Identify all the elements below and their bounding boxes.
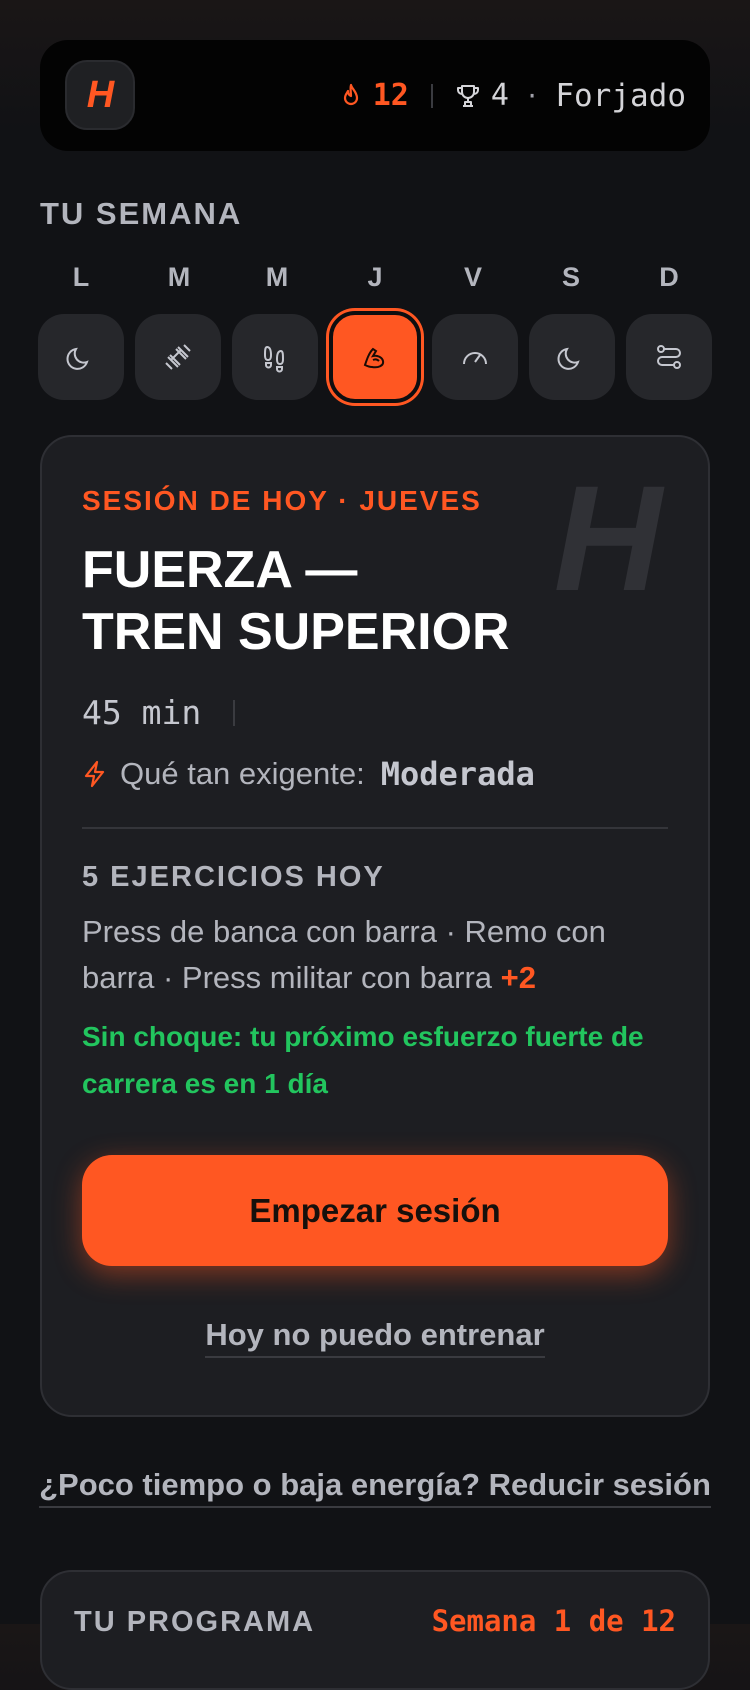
moon-icon [66,347,89,370]
session-title: FUERZA — TREN SUPERIOR [82,539,602,663]
duration-row: 45 min [82,693,236,732]
exercise-count: 5 EJERCICIOS HOY [82,861,385,893]
day-button-sunday[interactable] [626,314,712,400]
weekday-letter: V [463,262,482,292]
rank-label: Forjado [555,77,686,114]
intensity-row: Qué tan exigente: Moderada [82,755,535,793]
session-title-line2: TREN SUPERIOR [82,603,510,661]
stats-row: 12 4 · Forjado [339,40,686,151]
day-button-wednesday[interactable] [232,314,318,400]
day-button-friday[interactable] [432,314,518,400]
bicep-icon [363,347,385,369]
intensity-label: Qué tan exigente: [120,756,365,791]
session-day-label: SESIÓN DE HOY · JUEVES [82,485,482,516]
day-button-monday[interactable] [38,314,124,400]
card-divider [82,827,668,829]
weekday-letter: L [72,262,90,292]
schedule-conflict-note: Sin choque: tu próximo esfuerzo fuerte d… [82,1021,644,1099]
reduce-session-link[interactable]: ¿Poco tiempo o baja energía? Reducir ses… [39,1467,711,1508]
lightning-icon [84,760,105,788]
weekday-letters: L M M J V S D [38,262,712,293]
skip-today-link-wrap: Hoy no puedo entrenar [42,1317,708,1358]
week-title: TU SEMANA [40,196,243,231]
flame-icon [343,83,358,105]
trophy-icon [456,84,479,107]
route-icon [657,345,681,369]
session-duration: 45 min [82,693,202,732]
day-button-thursday[interactable] [329,311,421,403]
today-session-card: H SESIÓN DE HOY · JUEVES FUERZA — TREN S… [40,435,710,1417]
start-session-button[interactable]: Empezar sesión [82,1155,668,1266]
day-button-tuesday[interactable] [135,314,221,400]
weekday-letter: J [367,262,383,292]
weekday-letter: D [659,262,679,292]
skip-today-link[interactable]: Hoy no puedo entrenar [205,1317,545,1358]
day-button-saturday[interactable] [529,314,615,400]
weekday-letter: S [561,262,580,292]
logo-letter: H [86,73,114,116]
program-week: Semana 1 de 12 [431,1604,676,1638]
footprints-icon [263,345,285,373]
reduce-session-wrap: ¿Poco tiempo o baja energía? Reducir ses… [0,1467,750,1508]
streak-count: 12 [372,78,409,113]
week-day-buttons [38,311,712,403]
session-title-line1: FUERZA — [82,541,358,599]
weekday-letter: M [265,262,289,292]
weekday-letter: M [167,262,191,292]
moon-icon [557,347,580,370]
program-title: TU PROGRAMA [74,1606,316,1638]
more-exercises-badge[interactable]: +2 [501,960,536,995]
exercise-list: Press de banca con barra · Remo con barr… [82,909,668,1001]
stats-divider [430,83,433,108]
duration-divider [233,699,236,726]
speedometer-icon [463,352,487,365]
program-card[interactable]: TU PROGRAMA Semana 1 de 12 [40,1570,710,1690]
dumbbell-icon [165,344,191,370]
top-bar: H 12 4 · Forjado [40,40,710,151]
intensity-value: Moderada [380,755,535,793]
app-logo[interactable]: H [65,60,135,130]
stats-dot: · [524,81,540,110]
trophy-count: 4 [490,78,509,113]
